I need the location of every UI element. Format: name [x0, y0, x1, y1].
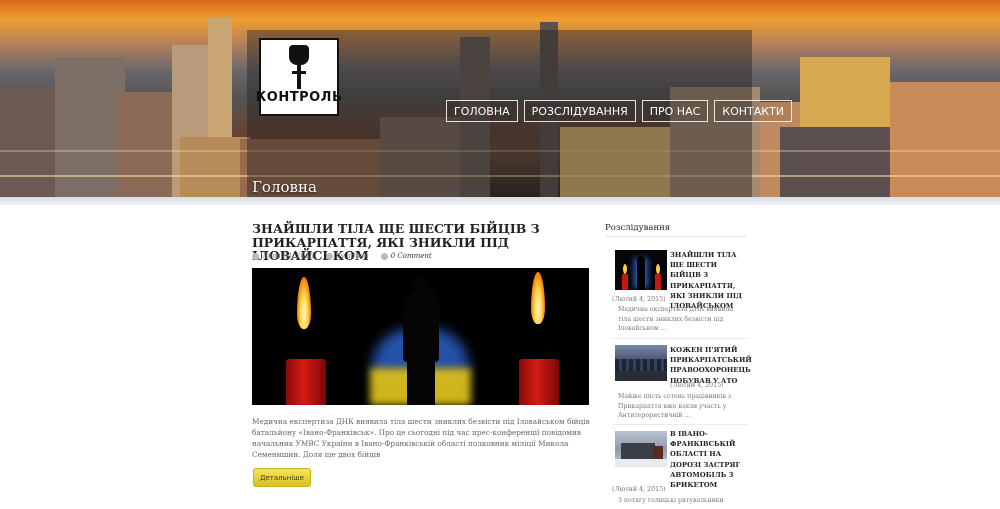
sidebar-item-date: (Лютий 4, 2015) [612, 296, 666, 303]
fist-icon [286, 45, 312, 89]
nav-item-investigations[interactable]: РОЗСЛІДУВАННЯ [523, 100, 636, 122]
sidebar-item-date: (Лютий 4, 2015) [670, 382, 724, 389]
site-logo[interactable]: КОНТРОЛЬ [256, 38, 342, 116]
sidebar-title: Розслідування [605, 223, 671, 233]
sidebar-item-excerpt: Медична експертиза ДНК виявила тіла шест… [618, 306, 734, 332]
sidebar-item-excerpt: Майже шість сотень працівників з Прикарп… [618, 393, 732, 419]
nav-item-home[interactable]: ГОЛОВНА [446, 100, 518, 122]
left-candle-flame [297, 277, 311, 329]
page-title: Головна [252, 178, 317, 196]
sidebar-divider [612, 338, 748, 339]
post-date-text: Лют 04, 2015 [262, 252, 315, 260]
sidebar-thumbnail[interactable] [615, 250, 667, 290]
comment-icon [380, 252, 388, 260]
sidebar-item[interactable]: В ІВАНО-ФРАНКІВСЬКІЙ ОБЛАСТІ НА ДОРОЗІ З… [612, 429, 748, 509]
nav-item-contacts[interactable]: КОНТАКТИ [714, 100, 793, 122]
sidebar-item-date: (Лютий 4, 2015) [612, 486, 666, 493]
sidebar-thumbnail[interactable] [615, 345, 667, 381]
post-author-link[interactable]: by admin [336, 252, 369, 260]
clock-icon [252, 252, 259, 260]
sidebar-item-excerpt: З потягу голицькі рятувальники [618, 497, 724, 504]
sidebar-item-title-link[interactable]: КОЖЕН П'ЯТИЙ ПРИКАРПАТСЬКИЙ ПРАВООХОРОНЕ… [670, 345, 752, 386]
sidebar-title-divider [605, 236, 747, 237]
sidebar-item-title-link[interactable]: ЗНАЙШЛИ ТІЛА ЩЕ ШЕСТИ БІЙЦІВ З ПРИКАРПАТ… [670, 250, 748, 311]
left-candle [286, 359, 326, 405]
right-candle-flame [531, 272, 545, 324]
sidebar-thumbnail[interactable] [615, 431, 667, 467]
post-meta: Лют 04, 2015 by admin 0 Comment [252, 252, 432, 260]
post-comments-link[interactable]: 0 Comment [391, 252, 432, 260]
post-author: by admin [326, 252, 369, 260]
sidebar-item-title-link[interactable]: В ІВАНО-ФРАНКІВСЬКІЙ ОБЛАСТІ НА ДОРОЗІ З… [670, 429, 748, 490]
post-featured-image[interactable] [252, 268, 589, 405]
nav-item-about[interactable]: ПРО НАС [641, 100, 709, 122]
sidebar-divider [612, 424, 748, 425]
right-candle [519, 359, 559, 405]
sidebar-item[interactable]: КОЖЕН П'ЯТИЙ ПРИКАРПАТСЬКИЙ ПРАВООХОРОНЕ… [612, 345, 752, 425]
post-excerpt: Медична експертиза ДНК виявила тіла шест… [252, 417, 590, 459]
post-date: Лют 04, 2015 [252, 252, 314, 260]
read-more-button[interactable]: Детальніше [253, 468, 311, 487]
sidebar-item[interactable]: ЗНАЙШЛИ ТІЛА ЩЕ ШЕСТИ БІЙЦІВ З ПРИКАРПАТ… [612, 250, 748, 332]
user-icon [326, 252, 334, 260]
post-comments: 0 Comment [380, 252, 432, 260]
header-divider [0, 197, 1000, 205]
main-nav: ГОЛОВНА РОЗСЛІДУВАННЯ ПРО НАС КОНТАКТИ [446, 100, 793, 122]
logo-text: КОНТРОЛЬ [255, 90, 343, 105]
soldier-silhouette [397, 272, 445, 405]
